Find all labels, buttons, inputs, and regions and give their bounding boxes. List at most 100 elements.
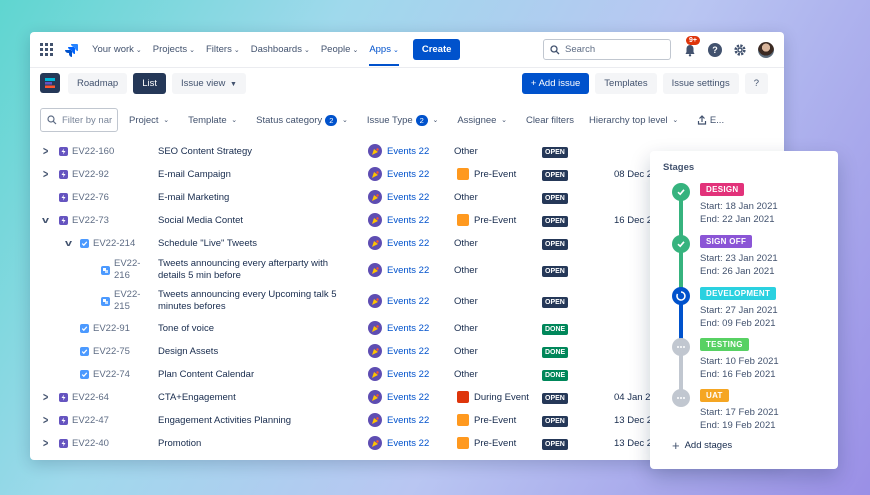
template-icon — [457, 437, 469, 449]
expand-chevron-icon[interactable]: > — [43, 391, 48, 404]
hierarchy-dropdown[interactable]: Hierarchy top level ⌄ — [589, 115, 678, 126]
issue-key[interactable]: EV22-40 — [59, 438, 109, 449]
nav-your-work[interactable]: Your work ⌄ — [92, 44, 142, 55]
issue-project[interactable]: Events 22 — [368, 390, 429, 404]
issue-project[interactable]: Events 22 — [368, 413, 429, 427]
app-switcher-icon[interactable] — [40, 42, 54, 57]
issue-key[interactable]: EV22-216 — [101, 258, 144, 282]
issue-project[interactable]: Events 22 — [368, 213, 429, 227]
issue-key[interactable]: EV22-214 — [80, 238, 135, 249]
status-badge[interactable]: OPEN — [542, 170, 568, 181]
stage-name-tag[interactable]: TESTING — [700, 338, 749, 351]
nav-filters[interactable]: Filters ⌄ — [206, 44, 240, 55]
issue-key[interactable]: EV22-75 — [80, 346, 130, 357]
assignee-filter[interactable]: Assignee ⌄ — [457, 115, 507, 126]
issue-summary[interactable]: E-mail Marketing — [158, 192, 348, 204]
stage-name-tag[interactable]: DEVELOPMENT — [700, 287, 777, 300]
user-avatar[interactable] — [758, 41, 774, 58]
create-button[interactable]: Create — [412, 39, 461, 60]
clear-filters-button[interactable]: Clear filters — [526, 115, 574, 126]
issue-key[interactable]: EV22-92 — [59, 169, 109, 180]
issue-summary[interactable]: Engagement Activities Planning — [158, 415, 348, 427]
nav-projects[interactable]: Projects ⌄ — [153, 44, 195, 55]
due-date: 13 Dec 2 — [614, 438, 653, 449]
pending-dots-icon — [672, 338, 690, 356]
issue-summary[interactable]: Tone of voice — [158, 323, 348, 335]
issue-summary[interactable]: Social Media Contet — [158, 215, 348, 227]
issue-project[interactable]: Events 22 — [368, 344, 429, 358]
nav-dashboards[interactable]: Dashboards ⌄ — [251, 44, 310, 55]
issue-settings-button[interactable]: Issue settings — [662, 72, 739, 94]
stage-name-tag[interactable]: SIGN OFF — [700, 235, 753, 248]
nav-apps[interactable]: Apps ⌄ — [369, 33, 399, 66]
notifications-icon[interactable]: 9+ — [683, 35, 700, 57]
expand-chevron-icon[interactable]: > — [43, 145, 48, 158]
expand-chevron-icon[interactable]: > — [43, 437, 48, 450]
issue-view-dropdown[interactable]: Issue view ▼ — [172, 72, 246, 94]
status-badge[interactable]: OPEN — [542, 439, 568, 450]
issue-summary[interactable]: Plan Content Calendar — [158, 369, 348, 381]
add-issue-button[interactable]: + Add issue — [521, 72, 590, 94]
status-badge[interactable]: DONE — [542, 347, 569, 358]
issue-key[interactable]: EV22-76 — [59, 192, 109, 203]
nav-people[interactable]: People ⌄ — [321, 44, 358, 55]
issue-key[interactable]: EV22-160 — [59, 146, 114, 157]
issue-project[interactable]: Events 22 — [368, 436, 429, 450]
status-badge[interactable]: OPEN — [542, 393, 568, 404]
roadmap-button[interactable]: Roadmap — [68, 72, 128, 94]
issue-key[interactable]: EV22-215 — [101, 289, 144, 313]
status-badge[interactable]: OPEN — [542, 416, 568, 427]
issue-summary[interactable]: Promotion — [158, 438, 348, 450]
issue-project[interactable]: Events 22 — [368, 190, 429, 204]
issue-summary[interactable]: Schedule "Live" Tweets — [158, 238, 348, 250]
collapse-chevron-icon[interactable]: v — [42, 215, 49, 225]
issue-summary[interactable]: SEO Content Strategy — [158, 146, 348, 158]
export-button[interactable]: E... — [697, 115, 724, 126]
issue-summary[interactable]: Design Assets — [158, 346, 348, 358]
template-filter[interactable]: Template ⌄ — [188, 115, 237, 126]
settings-gear-icon[interactable] — [733, 43, 747, 57]
list-button[interactable]: List — [133, 72, 166, 94]
issue-project[interactable]: Events 22 — [368, 167, 429, 181]
issue-summary[interactable]: CTA+Engagement — [158, 392, 348, 404]
status-badge[interactable]: OPEN — [542, 266, 568, 277]
issue-key[interactable]: EV22-73 — [59, 215, 109, 226]
status-badge[interactable]: OPEN — [542, 216, 568, 227]
search-icon — [550, 44, 560, 54]
expand-chevron-icon[interactable]: > — [43, 414, 48, 427]
issue-summary[interactable]: Tweets announcing every afterparty with … — [158, 258, 348, 282]
status-category-filter[interactable]: Status category 2 ⌄ — [256, 114, 348, 126]
status-badge[interactable]: DONE — [542, 324, 569, 335]
status-badge[interactable]: DONE — [542, 370, 569, 381]
filter-search-input[interactable]: Filter by nar — [40, 108, 118, 132]
issue-key-label: EV22-74 — [93, 369, 130, 380]
issue-project[interactable]: Events 22 — [368, 321, 429, 335]
collapse-chevron-icon[interactable]: v — [65, 238, 72, 248]
help-icon[interactable]: ? — [708, 42, 722, 57]
issue-key[interactable]: EV22-91 — [80, 323, 130, 334]
issue-project[interactable]: Events 22 — [368, 236, 429, 250]
issue-project[interactable]: Events 22 — [368, 367, 429, 381]
project-filter[interactable]: Project ⌄ — [129, 115, 169, 126]
expand-chevron-icon[interactable]: > — [43, 168, 48, 181]
issue-summary[interactable]: E-mail Campaign — [158, 169, 348, 181]
issue-summary[interactable]: Tweets announcing every Upcoming talk 5 … — [158, 289, 348, 313]
status-badge[interactable]: OPEN — [542, 239, 568, 250]
templates-button[interactable]: Templates — [595, 72, 657, 94]
search-input[interactable]: Search — [543, 39, 671, 60]
status-badge[interactable]: OPEN — [542, 147, 568, 158]
jira-logo-icon[interactable] — [64, 43, 78, 57]
toolbar-help-button[interactable]: ? — [744, 72, 768, 94]
issue-key[interactable]: EV22-74 — [80, 369, 130, 380]
stage-name-tag[interactable]: UAT — [700, 389, 729, 402]
issue-project[interactable]: Events 22 — [368, 263, 429, 277]
issue-project[interactable]: Events 22 — [368, 144, 429, 158]
issue-key[interactable]: EV22-64 — [59, 392, 109, 403]
add-stages-button[interactable]: + Add stages — [672, 438, 732, 453]
issue-key[interactable]: EV22-47 — [59, 415, 109, 426]
issue-type-filter[interactable]: Issue Type 2 ⌄ — [367, 114, 438, 126]
issue-project[interactable]: Events 22 — [368, 294, 429, 308]
status-badge[interactable]: OPEN — [542, 193, 568, 204]
stage-name-tag[interactable]: DESIGN — [700, 183, 745, 196]
status-badge[interactable]: OPEN — [542, 297, 568, 308]
